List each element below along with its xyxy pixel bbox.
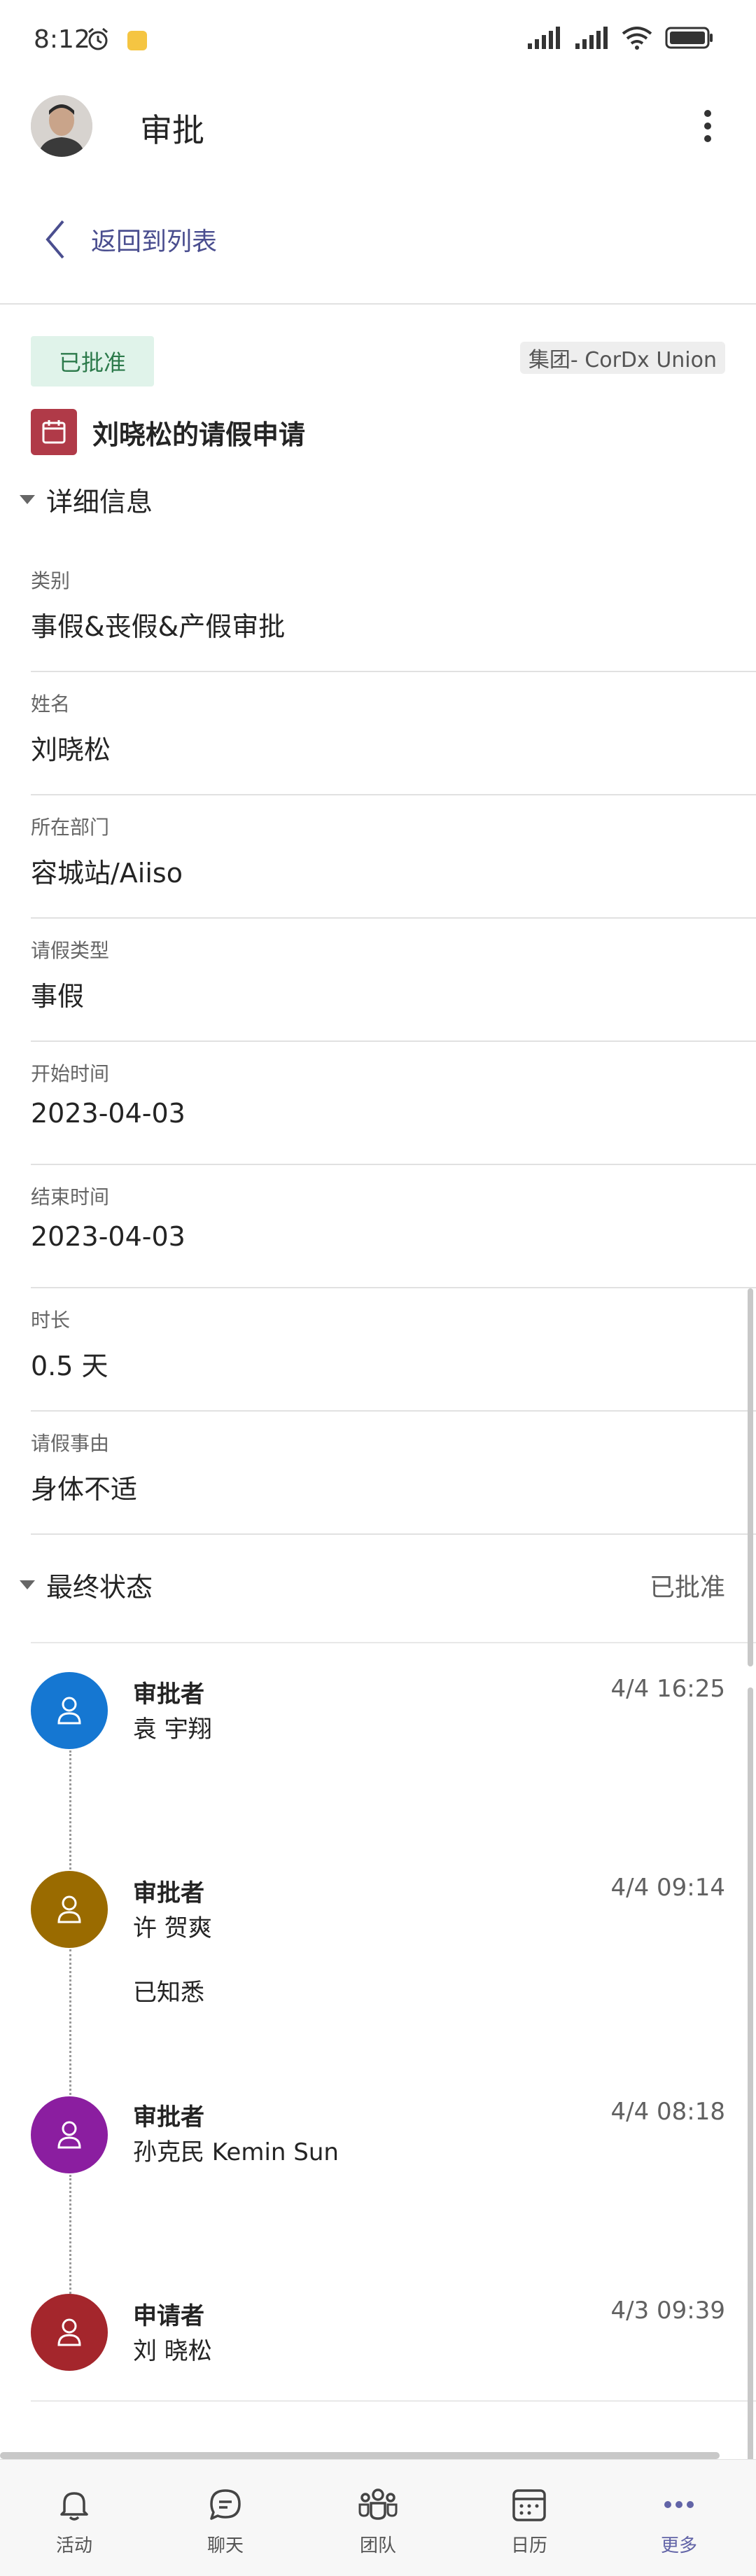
field-value: 2023-04-03 xyxy=(31,1221,186,1252)
collapse-arrow-icon xyxy=(20,495,35,504)
timeline-role: 审批者 xyxy=(133,1680,204,1708)
timeline-name: 许 贺爽 xyxy=(133,1914,212,1942)
field-label: 类别 xyxy=(31,569,71,592)
signal-icon xyxy=(575,27,608,49)
nav-item-calendar[interactable]: 日历 xyxy=(480,2485,578,2557)
timeline-divider xyxy=(31,2400,756,2402)
details-section-title: 详细信息 xyxy=(46,487,153,517)
field-value: 身体不适 xyxy=(31,1474,138,1505)
user-photo xyxy=(31,95,92,157)
notification-app-icon xyxy=(127,31,147,50)
detail-field-category: 类别 事假&丧假&产假审批 xyxy=(31,549,756,672)
page-title: 审批 xyxy=(140,111,204,149)
timeline-time: 4/4 08:18 xyxy=(610,2098,725,2126)
field-label: 开始时间 xyxy=(31,1062,110,1085)
vertical-scrollbar[interactable] xyxy=(748,1288,753,1666)
back-to-list-link[interactable]: 返回到列表 xyxy=(42,218,217,260)
timeline-name: 袁 宇翔 xyxy=(133,1715,212,1743)
timeline-connector xyxy=(69,1750,71,1870)
status-badge: 已批准 xyxy=(31,336,154,387)
detail-field-leave-type: 请假类型 事假 xyxy=(31,919,756,1042)
detail-field-duration: 时长 0.5 天 xyxy=(31,1288,756,1412)
final-status-value: 已批准 xyxy=(649,1573,725,1602)
field-value: 0.5 天 xyxy=(31,1351,108,1381)
timeline-comment: 已知悉 xyxy=(133,1979,204,2007)
detail-field-department: 所在部门 容城站/Aiiso xyxy=(31,795,756,919)
field-label: 姓名 xyxy=(31,692,71,716)
person-icon xyxy=(57,2318,81,2346)
more-icon xyxy=(664,2501,694,2508)
timeline-time: 4/3 09:39 xyxy=(610,2297,725,2325)
nav-label: 活动 xyxy=(55,2535,92,2556)
nav-item-more[interactable]: 更多 xyxy=(630,2485,728,2557)
chevron-left-icon xyxy=(46,220,64,259)
approver-avatar xyxy=(31,1871,108,1948)
field-value: 容城站/Aiiso xyxy=(31,858,183,889)
teams-icon xyxy=(358,2488,398,2520)
inner-vertical-scrollbar[interactable] xyxy=(748,1687,753,2465)
timeline-name: 刘 晓松 xyxy=(133,2337,212,2365)
calendar-icon xyxy=(512,2489,546,2521)
person-icon xyxy=(57,1895,81,1923)
status-bar-time: 8:12 xyxy=(34,25,90,54)
details-section-toggle[interactable]: 详细信息 xyxy=(20,480,153,519)
person-icon xyxy=(57,1697,81,1725)
org-tag: 集团- CorDx Union xyxy=(519,342,725,374)
bottom-navigation: 活动 聊天 团队 日历 更多 xyxy=(0,2459,756,2576)
detail-field-end-time: 结束时间 2023-04-03 xyxy=(31,1165,756,1288)
field-divider xyxy=(31,1533,756,1535)
detail-field-name: 姓名 刘晓松 xyxy=(31,672,756,795)
timeline-role: 申请者 xyxy=(133,2302,204,2330)
wifi-icon xyxy=(622,27,652,50)
status-bar-indicators xyxy=(526,25,714,50)
nav-item-chat[interactable]: 聊天 xyxy=(176,2485,274,2557)
approver-avatar xyxy=(31,1672,108,1749)
timeline-time: 4/4 16:25 xyxy=(610,1675,725,1703)
nav-label: 日历 xyxy=(510,2535,547,2556)
applicant-avatar xyxy=(31,2294,108,2371)
collapse-arrow-icon xyxy=(20,1580,35,1589)
timeline-time: 4/4 09:14 xyxy=(610,1874,725,1902)
nav-label: 团队 xyxy=(359,2535,396,2556)
field-label: 时长 xyxy=(31,1309,71,1332)
field-value: 事假 xyxy=(31,981,85,1012)
field-value: 事假&丧假&产假审批 xyxy=(31,611,286,642)
field-value: 2023-04-03 xyxy=(31,1098,186,1129)
field-value: 刘晓松 xyxy=(31,734,111,765)
back-label: 返回到列表 xyxy=(91,228,218,256)
nav-item-teams[interactable]: 团队 xyxy=(329,2485,427,2557)
field-label: 请假类型 xyxy=(31,939,110,962)
leave-request-icon xyxy=(31,409,77,455)
detail-field-start-time: 开始时间 2023-04-03 xyxy=(31,1042,756,1165)
timeline-role: 审批者 xyxy=(133,1879,204,1907)
timeline-role: 审批者 xyxy=(133,2103,204,2131)
more-options-icon[interactable] xyxy=(697,105,718,147)
header-divider xyxy=(0,303,756,305)
timeline-connector xyxy=(69,2175,71,2298)
chat-icon xyxy=(210,2489,241,2520)
horizontal-scrollbar[interactable] xyxy=(0,2452,720,2459)
final-status-section-toggle[interactable]: 最终状态 xyxy=(20,1566,153,1604)
person-icon xyxy=(57,2121,81,2149)
final-status-title: 最终状态 xyxy=(46,1572,153,1603)
field-label: 结束时间 xyxy=(31,1185,110,1209)
alarm-clock-icon xyxy=(88,27,108,50)
signal-icon xyxy=(528,27,560,49)
final-status-divider xyxy=(31,1642,756,1643)
field-label: 所在部门 xyxy=(31,816,110,839)
approver-avatar xyxy=(31,2096,108,2173)
battery-icon xyxy=(665,27,713,49)
nav-label: 更多 xyxy=(660,2535,697,2556)
field-label: 请假事由 xyxy=(31,1432,110,1455)
nav-label: 聊天 xyxy=(206,2535,244,2556)
nav-item-activity[interactable]: 活动 xyxy=(25,2485,123,2557)
bell-icon xyxy=(60,2492,88,2521)
detail-field-reason: 请假事由 身体不适 xyxy=(31,1412,756,1535)
timeline-name: 孙克民 Kemin Sun xyxy=(133,2138,339,2166)
timeline-connector xyxy=(69,1949,71,2099)
user-avatar[interactable] xyxy=(31,95,92,157)
request-title: 刘晓松的请假申请 xyxy=(92,419,306,450)
